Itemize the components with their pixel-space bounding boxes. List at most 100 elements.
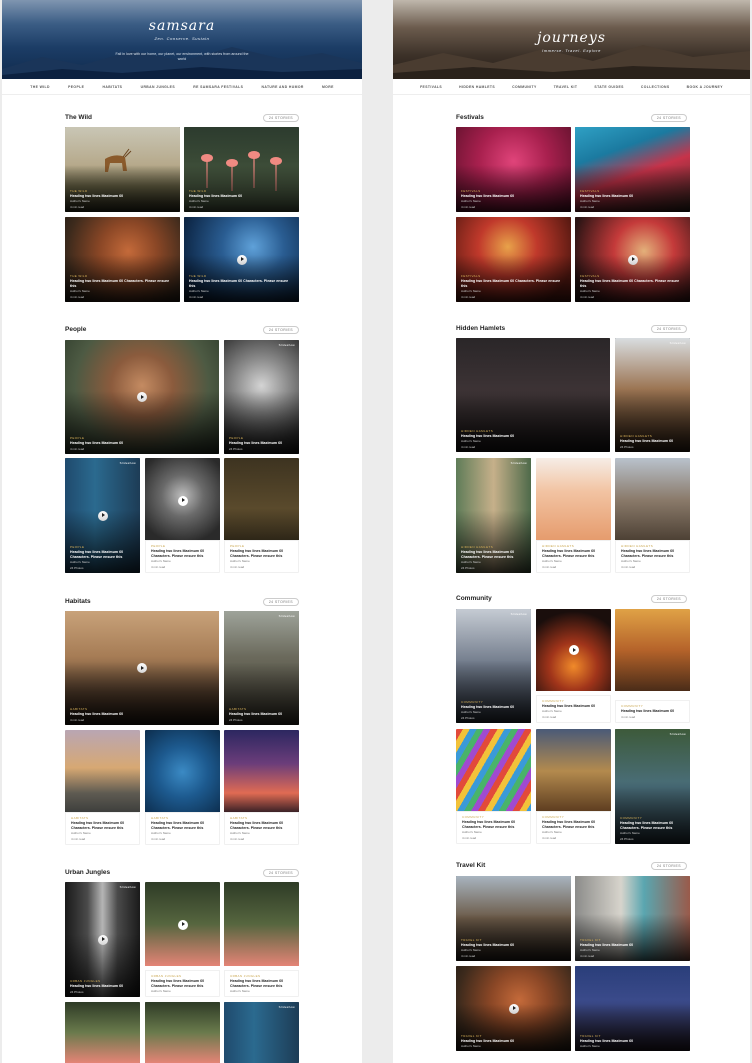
- play-icon[interactable]: [177, 495, 188, 506]
- nav-item[interactable]: Festivals: [420, 85, 442, 89]
- nav-item[interactable]: Travel Kit: [554, 85, 578, 89]
- card-category: Urban Jungles: [230, 974, 261, 979]
- card-author: Author's Name: [542, 709, 562, 713]
- story-card[interactable]: Slideshow Habitats Heading two lines Maxi…: [224, 611, 299, 725]
- story-card[interactable]: Travel Kit Heading two lines Maximum 60 Au…: [456, 876, 571, 961]
- play-icon[interactable]: [177, 919, 188, 930]
- card-meta: 4 min read: [70, 718, 85, 722]
- nav-item[interactable]: Book a Journey: [687, 85, 723, 89]
- story-card[interactable]: Urban Jungles Heading two lines Maximum 6…: [224, 882, 299, 997]
- card-category: Hidden Hamlets: [461, 545, 494, 550]
- story-card[interactable]: Community Heading two lines Maximum 60 Ch…: [536, 729, 611, 844]
- section-title: People: [65, 326, 87, 333]
- card-category: The Wild: [70, 274, 88, 279]
- nav-item[interactable]: Collections: [641, 85, 670, 89]
- card-author: Author's Name: [230, 831, 250, 835]
- stories-badge[interactable]: 24 STORIES: [650, 595, 687, 603]
- story-card[interactable]: Slideshow: [224, 1002, 299, 1063]
- story-card[interactable]: People Heading two lines Maximum 60 4 min …: [65, 340, 219, 454]
- stories-badge[interactable]: 24 STORIES: [262, 869, 299, 877]
- story-card[interactable]: The Wild Heading two lines Maximum 60 Cha…: [184, 217, 299, 302]
- story-card[interactable]: Community Heading two lines Maximum 60 Ch…: [456, 729, 531, 844]
- story-card[interactable]: Hidden Hamlets Heading two lines Maximum …: [456, 338, 610, 452]
- site-title[interactable]: samsara: [2, 18, 362, 34]
- section-header: People 24 STORIES: [65, 326, 299, 336]
- nav-item[interactable]: Urban Jungles: [141, 85, 175, 89]
- story-card[interactable]: The Wild Heading two lines Maximum 60 Auth…: [184, 127, 299, 212]
- site-tagline: Immerse. Travel. Explore: [542, 48, 601, 53]
- card-heading: Heading two lines Maximum 60 Characters.…: [70, 279, 170, 288]
- story-card[interactable]: People Heading two lines Maximum 60 Chara…: [145, 458, 220, 573]
- card-author: Author's Name: [461, 289, 481, 293]
- story-card[interactable]: Travel Kit Heading two lines Maximum 60 Au…: [575, 966, 690, 1051]
- story-card[interactable]: People Heading two lines Maximum 60 Chara…: [224, 458, 299, 573]
- site-tagline: Zen. Conserve. Sustain: [154, 36, 210, 41]
- story-card[interactable]: Travel Kit Heading two lines Maximum 60 Au…: [575, 876, 690, 961]
- card-heading: Heading two lines Maximum 60: [621, 708, 675, 713]
- story-card[interactable]: Slideshow Urban Jungles Heading two lines…: [65, 882, 140, 997]
- nav-item[interactable]: Habitats: [103, 85, 123, 89]
- card-heading: Heading two lines Maximum 60 Characters.…: [230, 821, 284, 830]
- card-heading: Heading two lines Maximum 60 Characters.…: [542, 549, 596, 558]
- card-heading: Heading two lines Maximum 60 Characters.…: [189, 279, 289, 288]
- story-card[interactable]: The Wild Heading two lines Maximum 60 Auth…: [65, 127, 180, 212]
- card-category: Hidden Hamlets: [621, 544, 654, 549]
- card-meta: 4 min read: [621, 565, 636, 569]
- stories-badge[interactable]: 24 STORIES: [650, 862, 687, 870]
- nav-item[interactable]: Nature and Humor: [262, 85, 304, 89]
- story-card[interactable]: Festivals Heading two lines Maximum 60 Ch…: [456, 217, 571, 302]
- story-card[interactable]: Festivals Heading two lines Maximum 60 Aut…: [575, 127, 690, 212]
- card-category: Community: [542, 815, 565, 820]
- site-title[interactable]: journeys: [393, 30, 750, 46]
- card-author: Author's Name: [621, 559, 641, 563]
- card-heading: Heading two lines Maximum 60 Characters.…: [542, 820, 596, 829]
- card-heading: Heading two lines Maximum 60: [580, 193, 634, 198]
- story-card[interactable]: Habitats Heading two lines Maximum 60 Cha…: [224, 730, 299, 845]
- story-card[interactable]: Slideshow Hidden Hamlets Heading two line…: [615, 338, 690, 452]
- story-card[interactable]: Slideshow Community Heading two lines Max…: [615, 729, 690, 844]
- nav-item[interactable]: Hidden Hamlets: [459, 85, 495, 89]
- story-card[interactable]: Slideshow Community Heading two lines Max…: [456, 609, 531, 723]
- story-card[interactable]: Urban Jungles Heading two lines Maximum 6…: [145, 882, 220, 997]
- story-card[interactable]: Community Heading two lines Maximum 60 Aut…: [536, 609, 611, 723]
- story-card[interactable]: Travel Kit Heading two lines Maximum 60 Au…: [456, 966, 571, 1051]
- story-card[interactable]: Hidden Hamlets Heading two lines Maximum …: [536, 458, 611, 573]
- story-card[interactable]: Hidden Hamlets Heading two lines Maximum …: [615, 458, 690, 573]
- site-description: Fall in love with our home, our planet, …: [115, 52, 249, 61]
- nav-item[interactable]: The Wild: [30, 85, 50, 89]
- story-card[interactable]: Slideshow People Heading two lines Maximu…: [224, 340, 299, 454]
- story-card[interactable]: Festivals Heading two lines Maximum 60 Ch…: [575, 217, 690, 302]
- story-card[interactable]: [145, 1002, 220, 1063]
- card-author: Author's Name: [580, 1044, 600, 1048]
- card-meta: 4 min read: [230, 837, 245, 841]
- nav-item[interactable]: State Guides: [594, 85, 623, 89]
- stories-badge[interactable]: 24 STORIES: [262, 326, 299, 334]
- card-meta: 4 min read: [462, 836, 477, 840]
- story-card[interactable]: Habitats Heading two lines Maximum 60 4 mi…: [65, 611, 219, 725]
- story-card[interactable]: The Wild Heading two lines Maximum 60 Cha…: [65, 217, 180, 302]
- card-author: Author's Name: [230, 989, 250, 993]
- nav-item[interactable]: People: [68, 85, 84, 89]
- stories-badge[interactable]: 24 STORIES: [650, 114, 687, 122]
- main-nav: The Wild People Habitats Urban Jungles R…: [2, 79, 362, 95]
- story-card[interactable]: Slideshow People Heading two lines Maximu…: [65, 458, 140, 573]
- card-category: The Wild: [70, 188, 88, 193]
- card-category: The Wild: [189, 188, 207, 193]
- section-title: Travel Kit: [456, 862, 486, 869]
- stories-badge[interactable]: 24 STORIES: [262, 114, 299, 122]
- stories-badge[interactable]: 24 STORIES: [650, 325, 687, 333]
- play-icon[interactable]: [568, 645, 579, 656]
- story-card[interactable]: Community Heading two lines Maximum 60 4 m…: [615, 609, 690, 723]
- story-card[interactable]: Habitats Heading two lines Maximum 60 Cha…: [145, 730, 220, 845]
- story-card[interactable]: Habitats Heading two lines Maximum 60 Cha…: [65, 730, 140, 845]
- section-header: Habitats 24 STORIES: [65, 598, 299, 608]
- story-card[interactable]: [65, 1002, 140, 1063]
- nav-item[interactable]: More: [322, 85, 334, 89]
- card-category: Community: [620, 816, 643, 821]
- card-author: Author's Name: [580, 199, 600, 203]
- story-card[interactable]: Festivals Heading two lines Maximum 60 Aut…: [456, 127, 571, 212]
- nav-item[interactable]: Re Samsara Festivals: [193, 85, 243, 89]
- story-card[interactable]: Slideshow Hidden Hamlets Heading two line…: [456, 458, 531, 573]
- nav-item[interactable]: Community: [512, 85, 537, 89]
- stories-badge[interactable]: 24 STORIES: [262, 598, 299, 606]
